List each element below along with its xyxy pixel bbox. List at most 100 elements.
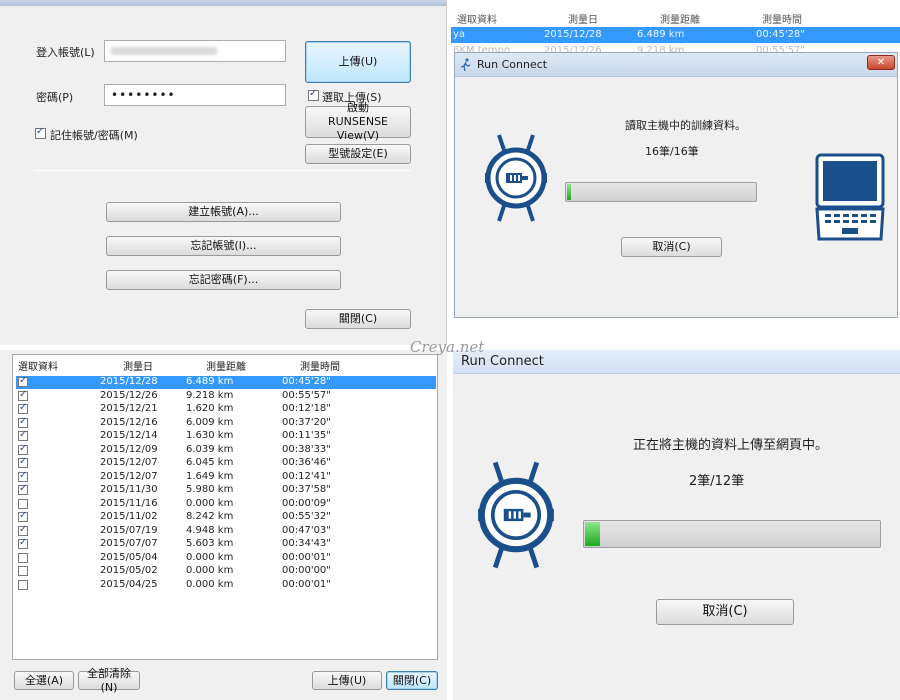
bg-row-date: 2015/12/28: [544, 29, 602, 40]
row-distance: 0.000 km: [186, 497, 234, 509]
table-row[interactable]: 2015/12/09 6.039 km 00:38'33": [16, 443, 436, 457]
table-row[interactable]: 2015/11/16 0.000 km 00:00'09": [16, 498, 436, 511]
table-row[interactable]: 2015/11/30 5.980 km 00:37'58": [16, 483, 436, 497]
upload-dialog: Run Connect 正在將主機的資料上傳至網頁中。 2筆/12筆 取消(C): [453, 350, 900, 700]
row-checkbox[interactable]: [18, 402, 28, 414]
bg-header-time: 測量時間: [762, 15, 802, 26]
password-field[interactable]: ••••••••: [104, 84, 286, 106]
download-panel: 選取資料 測量日 測量距離 測量時間 ya 2015/12/28 6.489 km 0…: [451, 0, 900, 345]
download-cancel-button[interactable]: 取消(C): [621, 237, 722, 257]
close-icon[interactable]: ✕: [867, 55, 895, 70]
row-time: 00:00'01": [282, 578, 331, 590]
download-message: 讀取主機中的訓練資料。: [625, 119, 746, 132]
row-distance: 5.980 km: [186, 484, 234, 495]
download-progress-fill: [567, 184, 571, 200]
row-time: 00:37'58": [282, 484, 331, 495]
bg-header-distance: 測量距離: [660, 15, 700, 26]
clear-all-button[interactable]: 全部清除(N): [78, 667, 140, 694]
row-distance: 1.649 km: [186, 470, 234, 482]
data-list-panel: 選取資料 測量日 測量距離 測量時間 2015/12/28 6.489 km 00:…: [0, 350, 447, 700]
account-field[interactable]: [104, 40, 286, 62]
row-checkbox[interactable]: [18, 524, 28, 536]
row-checkbox[interactable]: [18, 552, 28, 563]
table-row[interactable]: 2015/12/21 1.620 km 00:12'18": [16, 402, 436, 416]
table-row[interactable]: 2015/07/19 4.948 km 00:47'03": [16, 524, 436, 538]
row-checkbox[interactable]: [18, 579, 28, 590]
run-connect-logo-icon: [460, 58, 471, 72]
upload-title: Run Connect: [461, 354, 544, 369]
row-distance: 1.620 km: [186, 403, 234, 414]
table-row[interactable]: 2015/12/14 1.630 km 00:11'35": [16, 429, 436, 443]
remember-checkbox[interactable]: [35, 126, 46, 139]
row-checkbox[interactable]: [18, 416, 28, 428]
bg-row-name: ya: [453, 29, 466, 40]
row-distance: 0.000 km: [186, 551, 234, 563]
bg-row-distance: 6.489 km: [637, 29, 685, 40]
password-label: 密碼(P): [36, 91, 74, 104]
row-checkbox[interactable]: [18, 389, 28, 401]
row-checkbox[interactable]: [18, 456, 28, 468]
header-distance[interactable]: 測量距離: [206, 358, 246, 373]
row-distance: 6.009 km: [186, 416, 234, 428]
select-all-button[interactable]: 全選(A): [14, 671, 74, 690]
header-time[interactable]: 測量時間: [300, 358, 340, 373]
row-distance: 1.630 km: [186, 430, 234, 441]
header-select[interactable]: 選取資料: [18, 358, 58, 373]
download-count: 16筆/16筆: [645, 145, 699, 158]
table-row[interactable]: 2015/04/25 0.000 km 00:00'01": [16, 579, 436, 592]
upload-cancel-button[interactable]: 取消(C): [656, 599, 794, 625]
row-date: 2015/11/30: [100, 484, 158, 495]
row-time: 00:36'46": [282, 457, 331, 468]
row-time: 00:55'32": [282, 511, 331, 522]
laptop-icon: [815, 153, 885, 241]
row-date: 2015/07/19: [100, 524, 158, 536]
launch-runsense-button[interactable]: 啟動 RUNSENSE View(V): [305, 101, 411, 142]
row-checkbox[interactable]: [18, 537, 28, 549]
forgot-password-button[interactable]: 忘記密碼(F)...: [106, 270, 341, 290]
table-row[interactable]: 2015/12/07 1.649 km 00:12'41": [16, 470, 436, 484]
divider: [34, 170, 411, 171]
select-upload-checkbox[interactable]: [308, 88, 319, 101]
list-upload-button[interactable]: 上傳(U): [312, 671, 382, 690]
row-date: 2015/05/04: [100, 551, 158, 563]
table-row[interactable]: 2015/12/26 9.218 km 00:55'57": [16, 389, 436, 403]
launch-line1: 啟動: [347, 101, 369, 115]
row-distance: 6.039 km: [186, 443, 234, 455]
upload-progress-fill: [585, 522, 600, 546]
table-row[interactable]: 2015/12/28 6.489 km 00:45'28": [16, 375, 436, 389]
close-button[interactable]: 關閉(C): [305, 309, 411, 329]
list-close-button[interactable]: 關閉(C): [386, 671, 438, 690]
row-checkbox[interactable]: [18, 470, 28, 482]
watch-icon: [485, 134, 547, 222]
row-checkbox[interactable]: [18, 510, 28, 522]
table-row[interactable]: 2015/07/07 5.603 km 00:34'43": [16, 537, 436, 551]
model-settings-button[interactable]: 型號設定(E): [305, 144, 411, 164]
row-checkbox[interactable]: [18, 566, 28, 576]
row-checkbox[interactable]: [18, 375, 28, 387]
row-distance: 8.242 km: [186, 511, 234, 522]
row-date: 2015/12/07: [100, 457, 158, 468]
row-checkbox[interactable]: [18, 443, 28, 455]
row-checkbox[interactable]: [18, 483, 28, 495]
row-checkbox[interactable]: [18, 498, 28, 509]
table-row[interactable]: 2015/12/07 6.045 km 00:36'46": [16, 456, 436, 470]
row-date: 2015/11/16: [100, 497, 158, 509]
list-view[interactable]: 選取資料 測量日 測量距離 測量時間 2015/12/28 6.489 km 00:…: [12, 354, 438, 660]
dialog-titlebar: Run Connect ✕: [455, 53, 897, 77]
launch-line2: RUNSENSE View(V): [327, 115, 389, 142]
watermark: Creya.net: [410, 338, 485, 356]
create-account-button[interactable]: 建立帳號(A)...: [106, 202, 341, 222]
watch-icon: [478, 461, 554, 569]
table-row[interactable]: 2015/05/02 0.000 km 00:00'00": [16, 565, 436, 578]
row-date: 2015/11/02: [100, 511, 158, 522]
table-row[interactable]: 2015/11/02 8.242 km 00:55'32": [16, 510, 436, 524]
table-row[interactable]: 2015/05/04 0.000 km 00:00'01": [16, 552, 436, 565]
table-row[interactable]: 2015/12/16 6.009 km 00:37'20": [16, 416, 436, 430]
row-time: 00:37'20": [282, 416, 331, 428]
upload-button[interactable]: 上傳(U): [305, 41, 411, 83]
row-time: 00:38'33": [282, 443, 331, 455]
header-date[interactable]: 測量日: [123, 358, 153, 373]
row-checkbox[interactable]: [18, 429, 28, 441]
row-date: 2015/04/25: [100, 578, 158, 590]
forgot-account-button[interactable]: 忘記帳號(I)...: [106, 236, 341, 256]
